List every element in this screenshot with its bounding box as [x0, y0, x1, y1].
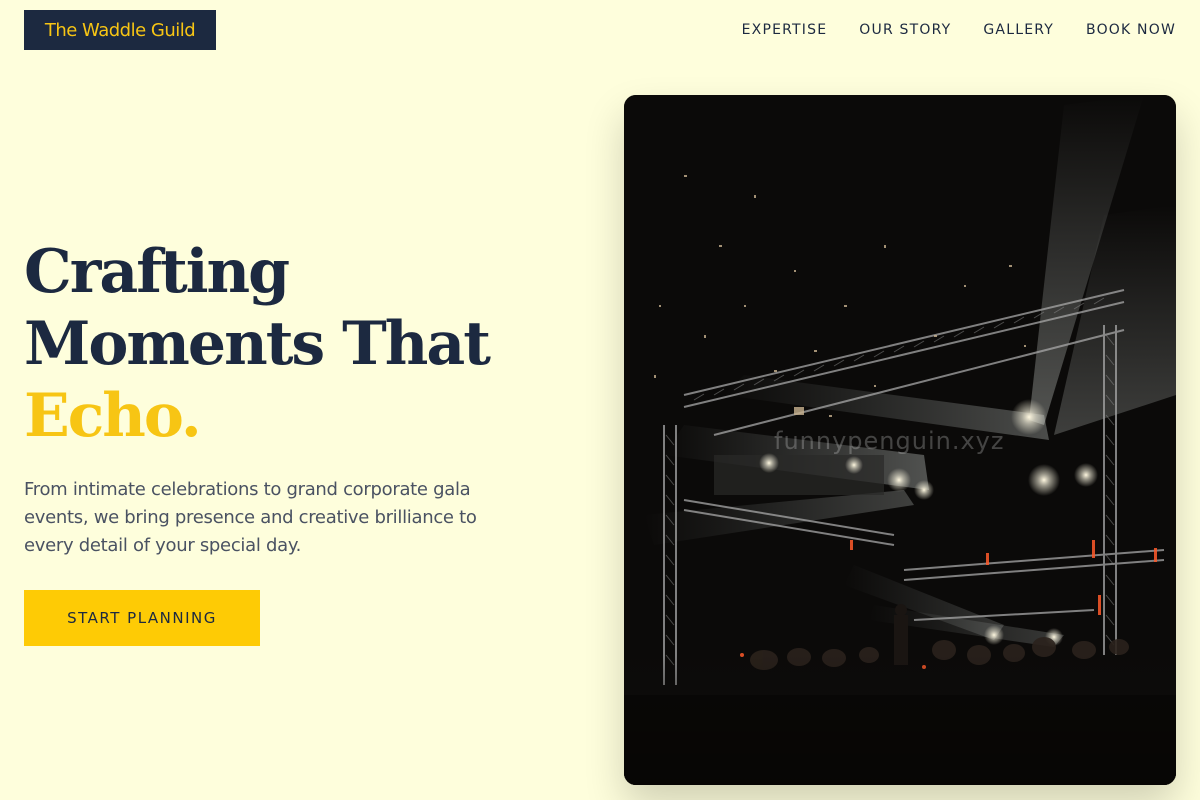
brand-logo[interactable]: The Waddle Guild	[24, 10, 216, 50]
image-watermark: funnypenguin.xyz	[774, 427, 1005, 455]
start-planning-button[interactable]: START PLANNING	[24, 590, 260, 646]
nav-book-now[interactable]: BOOK NOW	[1086, 20, 1176, 40]
nav-expertise[interactable]: EXPERTISE	[742, 20, 828, 40]
hero-title-line1: Crafting	[24, 237, 290, 307]
hero-subtitle: From intimate celebrations to grand corp…	[24, 479, 477, 556]
nav-our-story[interactable]: OUR STORY	[859, 20, 951, 40]
hero-concert-image: funnypenguin.xyz	[624, 95, 1176, 785]
hero-title-line2: Moments That	[24, 309, 491, 379]
hero-title: Crafting Moments That Echo.	[24, 236, 584, 452]
main-nav: EXPERTISE OUR STORY GALLERY BOOK NOW	[742, 20, 1176, 40]
hero-title-accent: Echo.	[24, 381, 202, 451]
nav-gallery[interactable]: GALLERY	[983, 20, 1054, 40]
